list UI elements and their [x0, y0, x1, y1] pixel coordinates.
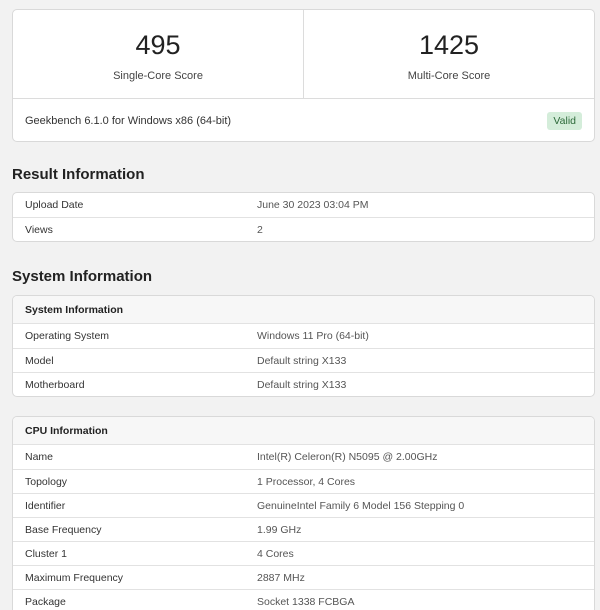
table-row: Motherboard Default string X133 — [13, 372, 594, 396]
row-value: Windows 11 Pro (64-bit) — [257, 330, 369, 342]
table-row: Name Intel(R) Celeron(R) N5095 @ 2.00GHz — [13, 445, 594, 469]
row-label: Motherboard — [25, 378, 85, 391]
table-row: Maximum Frequency 2887 MHz — [13, 565, 594, 589]
row-value: June 30 2023 03:04 PM — [257, 199, 369, 211]
row-label: Upload Date — [25, 199, 84, 211]
result-information-title: Result Information — [12, 166, 145, 183]
row-value: 2887 MHz — [257, 571, 305, 584]
table-row: Identifier GenuineIntel Family 6 Model 1… — [13, 493, 594, 517]
row-label: Cluster 1 — [25, 547, 68, 560]
valid-badge: Valid — [547, 111, 582, 130]
table-row: Views 2 — [13, 217, 594, 241]
row-value: Intel(R) Celeron(R) N5095 @ 2.00GHz — [257, 451, 438, 463]
version-row: Geekbench 6.1.0 for Windows x86 (64-bit)… — [13, 99, 594, 141]
system-card-header: System Information — [13, 296, 594, 324]
row-label: Maximum Frequency — [25, 571, 124, 584]
score-card: 495 Single-Core Score 1425 Multi-Core Sc… — [12, 9, 595, 142]
single-core-score: 495 Single-Core Score — [13, 10, 303, 98]
row-value: 4 Cores — [257, 547, 294, 560]
row-value: Default string X133 — [257, 378, 347, 391]
row-label: Name — [25, 451, 54, 463]
system-information-card: System Information Operating System Wind… — [12, 295, 595, 397]
row-value: Default string X133 — [257, 354, 347, 367]
version-text: Geekbench 6.1.0 for Windows x86 (64-bit) — [25, 114, 232, 127]
row-label: Views — [25, 223, 53, 236]
table-row: Upload Date June 30 2023 03:04 PM — [13, 193, 594, 217]
multi-core-score: 1425 Multi-Core Score — [303, 10, 594, 98]
cpu-information-card: CPU Information Name Intel(R) Celeron(R)… — [12, 416, 595, 610]
multi-core-score-label: Multi-Core Score — [407, 70, 491, 82]
single-core-score-label: Single-Core Score — [113, 70, 203, 82]
row-value: GenuineIntel Family 6 Model 156 Stepping… — [257, 499, 465, 512]
row-label: Package — [25, 595, 66, 608]
table-row: Package Socket 1338 FCBGA — [13, 589, 594, 610]
single-core-score-value: 495 — [135, 30, 181, 60]
row-value: 2 — [257, 223, 263, 236]
row-value: Socket 1338 FCBGA — [257, 595, 355, 608]
table-row: Base Frequency 1.99 GHz — [13, 517, 594, 541]
row-label: Operating System — [25, 330, 110, 342]
row-value: 1 Processor, 4 Cores — [257, 475, 356, 488]
row-label: Base Frequency — [25, 523, 102, 536]
table-row: Operating System Windows 11 Pro (64-bit) — [13, 324, 594, 348]
result-information-card: Upload Date June 30 2023 03:04 PM Views … — [12, 192, 595, 242]
multi-core-score-value: 1425 — [418, 30, 480, 60]
cpu-card-header: CPU Information — [13, 417, 594, 445]
row-label: Model — [25, 354, 54, 367]
table-row: Topology 1 Processor, 4 Cores — [13, 469, 594, 493]
table-row: Cluster 1 4 Cores — [13, 541, 594, 565]
row-label: Identifier — [25, 499, 66, 512]
scores-row: 495 Single-Core Score 1425 Multi-Core Sc… — [13, 10, 594, 99]
table-row: Model Default string X133 — [13, 348, 594, 372]
system-information-title: System Information — [12, 268, 153, 285]
row-label: Topology — [25, 475, 68, 488]
row-value: 1.99 GHz — [257, 523, 302, 536]
